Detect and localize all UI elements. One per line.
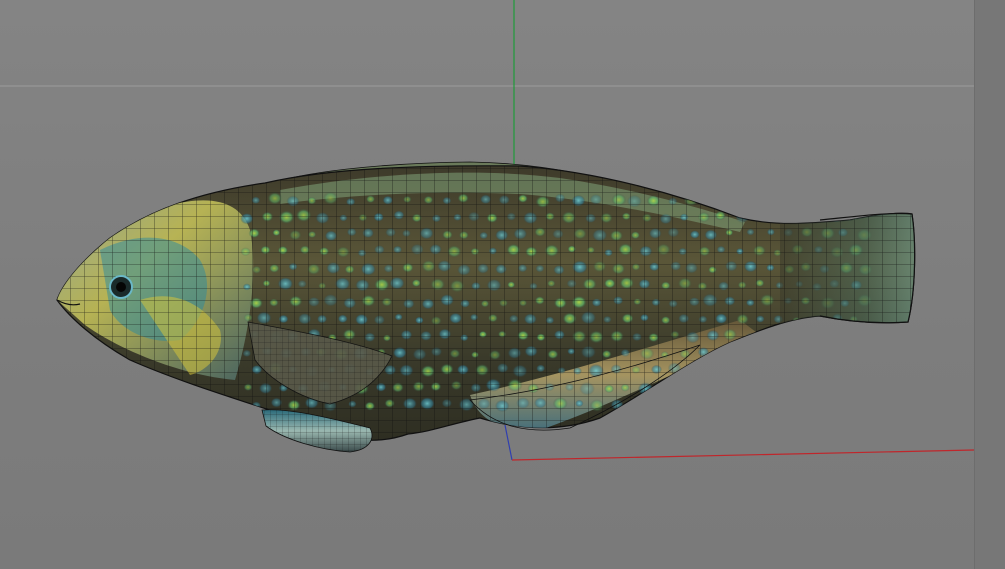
x-axis-line (511, 449, 974, 461)
viewport-scene[interactable] (0, 0, 974, 569)
z-axis-line (504, 424, 513, 461)
fish-model[interactable] (40, 150, 940, 470)
wireframe-mesh (57, 165, 915, 441)
3d-viewport[interactable] (0, 0, 974, 569)
right-side-panel[interactable] (974, 0, 1005, 569)
